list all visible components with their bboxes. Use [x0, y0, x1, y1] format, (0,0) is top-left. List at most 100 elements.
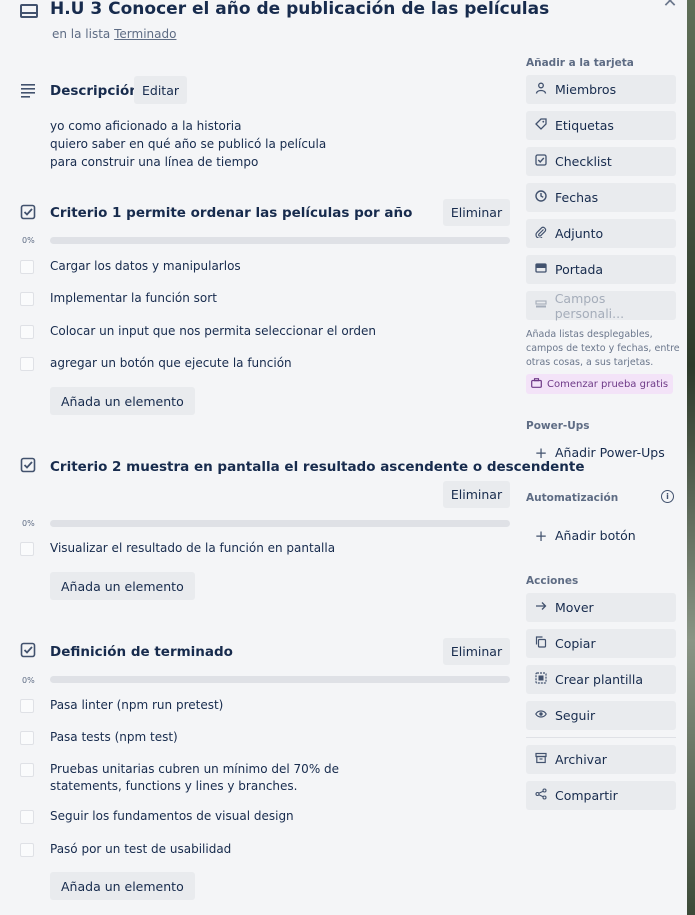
add-item-button[interactable]: Añada un elemento — [50, 572, 195, 600]
cover-button[interactable]: Portada — [526, 255, 676, 284]
checklist-item-checkbox[interactable] — [20, 763, 34, 777]
add-button-button[interactable]: + Añadir botón — [526, 521, 676, 550]
checklist-item-checkbox[interactable] — [20, 542, 34, 556]
add-item-button[interactable]: Añada un elemento — [50, 872, 195, 900]
start-trial-button[interactable]: Comenzar prueba gratis — [526, 374, 674, 394]
checklist-item[interactable]: Pruebas unitarias cubren un mínimo del 7… — [50, 761, 410, 795]
archive-button[interactable]: Archivar — [526, 745, 676, 774]
members-button[interactable]: Miembros — [526, 75, 676, 104]
checklist-item[interactable]: Visualizar el resultado de la función en… — [50, 540, 335, 557]
description-line: para construir una línea de tiempo — [50, 155, 259, 169]
add-to-card-heading: Añadir a la tarjeta — [526, 57, 634, 69]
eye-icon — [534, 708, 548, 723]
plus-icon: + — [534, 443, 548, 462]
checklist-item[interactable]: Cargar los datos y manipularlos — [50, 258, 241, 275]
clock-icon — [534, 190, 548, 205]
share-icon — [534, 788, 548, 803]
custom-fields-label: Campos personali... — [554, 290, 625, 321]
checklist-progress-label: 0% — [22, 519, 35, 528]
start-trial-label: Comenzar prueba gratis — [547, 378, 669, 390]
checklist-item-checkbox[interactable] — [20, 699, 34, 713]
checklist-progress-label: 0% — [22, 676, 35, 685]
copy-icon — [534, 636, 548, 651]
checklist-progress-bar — [50, 237, 510, 244]
add-button-label: Añadir botón — [555, 528, 636, 543]
checklist-item-checkbox[interactable] — [20, 292, 34, 306]
make-template-button[interactable]: Crear plantilla — [526, 665, 676, 694]
person-icon — [534, 82, 548, 97]
description-heading: Descripción — [50, 83, 139, 99]
archive-icon — [534, 752, 548, 767]
checklist-icon — [20, 457, 36, 473]
checklist-icon — [534, 154, 548, 169]
checklist-icon — [20, 204, 36, 220]
checklist-item-checkbox[interactable] — [20, 325, 34, 339]
card-title[interactable]: H.U 3 Conocer el año de publicación de l… — [50, 0, 549, 19]
checklist-title[interactable]: Criterio 1 permite ordenar las películas… — [50, 205, 412, 221]
copy-button[interactable]: Copiar — [526, 629, 676, 658]
actions-divider — [526, 737, 676, 738]
checklist-progress-label: 0% — [22, 236, 35, 245]
add-powerups-label: Añadir Power-Ups — [555, 445, 665, 460]
checklist-progress-bar — [50, 676, 510, 683]
share-label: Compartir — [555, 788, 618, 803]
checklist-item[interactable]: Pasa linter (npm run pretest) — [50, 697, 223, 714]
checklist-item-checkbox[interactable] — [20, 357, 34, 371]
info-icon[interactable]: i — [661, 490, 674, 503]
checklist-item[interactable]: Seguir los fundamentos de visual design — [50, 808, 294, 825]
custom-fields-button[interactable]: Campos personali... — [526, 290, 676, 321]
delete-checklist-button[interactable]: Eliminar — [443, 199, 510, 226]
checklist-item[interactable]: Colocar un input que nos permita selecci… — [50, 323, 376, 340]
watch-button[interactable]: Seguir — [526, 701, 676, 730]
delete-checklist-button[interactable]: Eliminar — [443, 481, 510, 508]
custom-fields-icon — [534, 298, 548, 313]
checklist-item-checkbox[interactable] — [20, 260, 34, 274]
checklist-title[interactable]: Criterio 2 muestra en pantalla el result… — [50, 459, 585, 475]
checklist-item[interactable]: Pasó por un test de usabilidad — [50, 841, 231, 858]
powerups-heading: Power-Ups — [526, 420, 590, 432]
dates-label: Fechas — [555, 190, 599, 205]
list-prefix: en la lista — [52, 27, 111, 41]
checklist-item-checkbox[interactable] — [20, 731, 34, 745]
move-label: Mover — [555, 600, 594, 615]
list-info: en la lista Terminado — [52, 27, 176, 41]
checklist-item-checkbox[interactable] — [20, 810, 34, 824]
attachment-button[interactable]: Adjunto — [526, 219, 676, 248]
dates-button[interactable]: Fechas — [526, 183, 676, 212]
make-template-label: Crear plantilla — [555, 672, 644, 687]
delete-checklist-button[interactable]: Eliminar — [443, 638, 510, 665]
add-item-button[interactable]: Añada un elemento — [50, 387, 195, 415]
description-line: yo como aficionado a la historia — [50, 119, 242, 133]
automation-heading: Automatización — [526, 492, 619, 504]
checklist-label: Checklist — [555, 154, 612, 169]
move-button[interactable]: Mover — [526, 593, 676, 622]
tag-icon — [534, 118, 548, 133]
archive-label: Archivar — [555, 752, 607, 767]
description-icon — [21, 84, 35, 98]
custom-fields-hint: Añada listas desplegables, campos de tex… — [526, 329, 680, 368]
edit-description-button[interactable]: Editar — [134, 76, 187, 104]
checklist-title[interactable]: Definición de terminado — [50, 644, 233, 660]
checklist-item[interactable]: Pasa tests (npm test) — [50, 729, 178, 746]
add-powerups-button[interactable]: + Añadir Power-Ups — [526, 438, 676, 467]
checklist-item[interactable]: agregar un botón que ejecute la función — [50, 355, 292, 372]
arrow-right-icon — [534, 600, 548, 615]
description-text[interactable]: yo como aficionado a la historia quiero … — [50, 117, 326, 171]
briefcase-icon — [531, 377, 542, 391]
checklist-item-checkbox[interactable] — [20, 843, 34, 857]
checklist-button[interactable]: Checklist — [526, 147, 676, 176]
checklist-progress-bar — [50, 520, 510, 527]
description-line: quiero saber en qué año se publicó la pe… — [50, 137, 327, 151]
actions-heading: Acciones — [526, 575, 579, 587]
close-icon[interactable]: ✕ — [660, 0, 680, 12]
cover-label: Portada — [555, 262, 604, 277]
share-button[interactable]: Compartir — [526, 781, 676, 810]
cover-icon — [534, 262, 548, 277]
checklist-item[interactable]: Implementar la función sort — [50, 290, 217, 307]
members-label: Miembros — [555, 82, 617, 97]
labels-button[interactable]: Etiquetas — [526, 111, 676, 140]
list-link[interactable]: Terminado — [114, 27, 176, 41]
copy-label: Copiar — [555, 636, 596, 651]
card-detail-modal: ✕ H.U 3 Conocer el año de publicación de… — [0, 0, 687, 915]
checklist-icon — [20, 642, 36, 658]
